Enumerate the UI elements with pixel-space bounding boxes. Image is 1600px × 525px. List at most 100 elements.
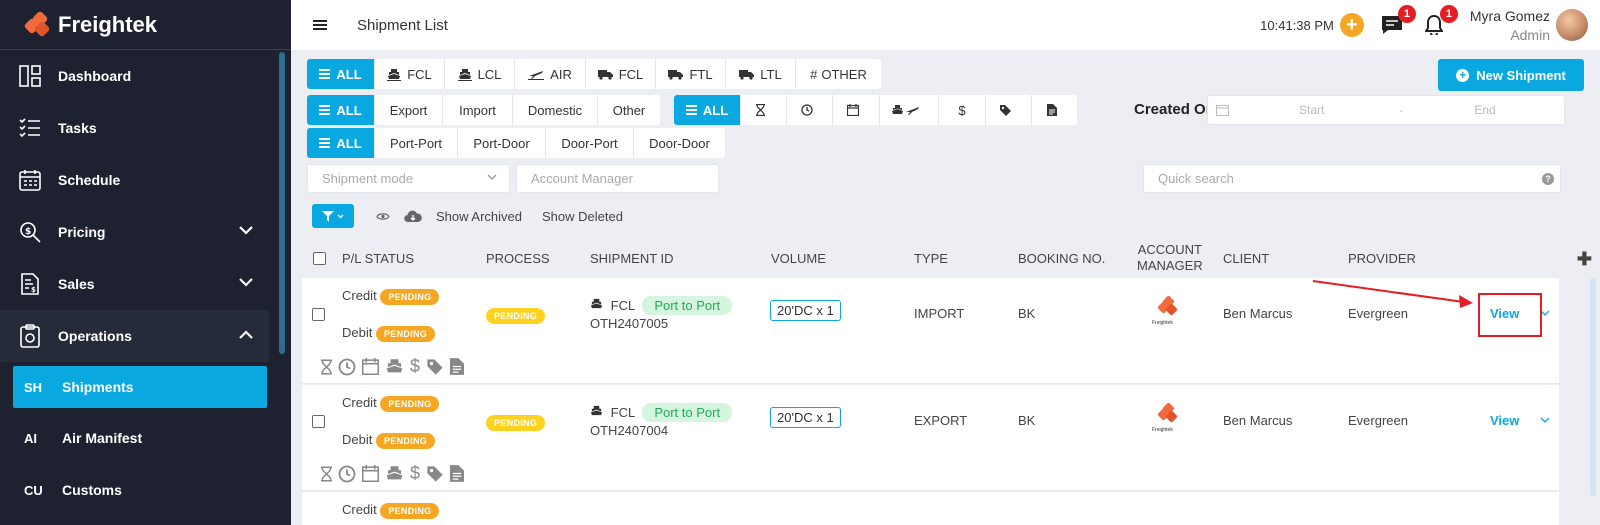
column-process[interactable]: PROCESS xyxy=(486,238,550,278)
direction-other-button[interactable]: Other xyxy=(598,95,660,125)
sidebar-subitem-shipments[interactable]: SH Shipments xyxy=(13,366,267,408)
show-deleted-link[interactable]: Show Deleted xyxy=(542,209,623,224)
mode-other-button[interactable]: # OTHER xyxy=(796,59,881,89)
tag-icon[interactable] xyxy=(426,358,444,376)
shipment-id[interactable]: OTH2407005 xyxy=(590,316,668,331)
notifications-button[interactable]: 1 xyxy=(1422,5,1458,37)
route-door-port-button[interactable]: Door-Port xyxy=(546,128,634,158)
mode-rail-fcl-button[interactable]: FCL xyxy=(586,59,656,89)
status-tag-button[interactable] xyxy=(986,95,1032,125)
status-transit-button[interactable] xyxy=(880,95,939,125)
mode-air-button[interactable]: AIR xyxy=(515,59,586,89)
user-menu[interactable]: Myra Gomez Admin xyxy=(1470,8,1550,43)
column-type[interactable]: TYPE xyxy=(914,238,948,278)
calendar-icon[interactable] xyxy=(362,358,379,375)
menu-icon[interactable] xyxy=(313,18,327,32)
sidebar-subitem-abbr: AI xyxy=(24,430,37,446)
end-date-placeholder[interactable]: End xyxy=(1474,103,1495,117)
chevron-down-icon[interactable] xyxy=(1540,411,1550,426)
direction-domestic-button[interactable]: Domestic xyxy=(513,95,598,125)
select-all-checkbox[interactable] xyxy=(313,238,326,278)
dollar-icon[interactable]: $ xyxy=(410,463,420,484)
sidebar-item-label: Pricing xyxy=(58,224,106,240)
clock-icon[interactable] xyxy=(338,465,356,483)
column-volume[interactable]: VOLUME xyxy=(771,238,826,278)
route-all-button[interactable]: ALL xyxy=(307,128,375,158)
status-dollar-button[interactable]: $ xyxy=(939,95,986,125)
topbar: Shipment List 10:41:38 PM + 1 1 Myra Gom… xyxy=(291,0,1600,50)
chevron-up-icon[interactable] xyxy=(239,326,253,342)
status-calendar-button[interactable] xyxy=(833,95,880,125)
hourglass-icon[interactable] xyxy=(321,466,332,482)
mode-all-button[interactable]: ALL xyxy=(307,59,375,89)
sidebar-subitem-customs[interactable]: CU Customs xyxy=(0,464,291,516)
hourglass-icon[interactable] xyxy=(321,359,332,375)
route-port-port-button[interactable]: Port-Port xyxy=(375,128,458,158)
messages-button[interactable]: 1 xyxy=(1380,5,1416,37)
sidebar-item-dashboard[interactable]: Dashboard xyxy=(0,50,291,102)
sidebar-item-schedule[interactable]: Schedule xyxy=(0,154,291,206)
avatar[interactable] xyxy=(1556,9,1588,41)
row-checkbox[interactable] xyxy=(312,308,325,324)
cloud-download-icon[interactable] xyxy=(404,210,422,223)
clock-icon[interactable] xyxy=(338,358,356,376)
dollar-icon[interactable]: $ xyxy=(410,356,420,377)
add-column-plus-icon[interactable]: ✚ xyxy=(1577,249,1592,270)
tag-icon[interactable] xyxy=(426,465,444,483)
new-shipment-button[interactable]: + New Shipment xyxy=(1438,59,1584,91)
created-on-date-range[interactable]: Start - End xyxy=(1207,95,1565,125)
eye-icon[interactable] xyxy=(376,212,390,221)
ship-icon[interactable] xyxy=(385,358,404,375)
mode-ftl-button[interactable]: FTL xyxy=(656,59,726,89)
column-pl-status[interactable]: P/L STATUS xyxy=(342,238,414,278)
direction-export-button[interactable]: Export xyxy=(375,95,443,125)
mode-ltl-button[interactable]: LTL xyxy=(726,59,796,89)
status-document-button[interactable] xyxy=(1032,95,1077,125)
main-content: ALL FCL LCL AIR FCL FTL LTL # OTHER + Ne… xyxy=(291,50,1600,525)
view-button[interactable]: View xyxy=(1490,413,1519,428)
sidebar-item-sales[interactable]: $ Sales xyxy=(0,258,291,310)
sidebar-scrollbar[interactable] xyxy=(279,52,285,354)
document-icon[interactable] xyxy=(450,358,465,375)
column-client[interactable]: CLIENT xyxy=(1223,238,1269,278)
row-checkbox[interactable] xyxy=(312,415,325,431)
status-badge: PENDING xyxy=(380,503,440,519)
mode-ocean-fcl-button[interactable]: FCL xyxy=(375,59,445,89)
status-pending-button[interactable] xyxy=(741,95,787,125)
account-manager-input[interactable]: Account Manager xyxy=(516,164,719,193)
direction-import-button[interactable]: Import xyxy=(443,95,513,125)
sidebar-item-operations[interactable]: Operations xyxy=(0,310,269,362)
filter-dropdown-button[interactable] xyxy=(312,204,354,228)
chevron-down-icon[interactable] xyxy=(239,222,253,238)
ship-icon[interactable] xyxy=(385,465,404,482)
column-account-manager[interactable]: ACCOUNT MANAGER xyxy=(1137,238,1203,278)
quick-add-plus-icon[interactable]: + xyxy=(1339,13,1364,37)
sidebar-item-label: Tasks xyxy=(58,120,97,136)
direction-all-button[interactable]: ALL xyxy=(307,95,375,125)
sidebar-item-tasks[interactable]: Tasks xyxy=(0,102,291,154)
calendar-icon[interactable] xyxy=(362,465,379,482)
quick-search-input[interactable]: Quick search ? xyxy=(1143,164,1561,193)
route-port-door-button[interactable]: Port-Door xyxy=(458,128,546,158)
sidebar-subitem-air-manifest[interactable]: AI Air Manifest xyxy=(0,412,291,464)
column-booking-no[interactable]: BOOKING NO. xyxy=(1018,238,1105,278)
help-icon[interactable]: ? xyxy=(1542,173,1554,185)
start-date-placeholder[interactable]: Start xyxy=(1299,103,1324,117)
mode-ocean-lcl-button[interactable]: LCL xyxy=(445,59,515,89)
show-archived-link[interactable]: Show Archived xyxy=(436,209,522,224)
table-row[interactable]: Credit PENDING Debit PENDING PENDING FCL… xyxy=(302,385,1559,491)
row-status-icons: $ xyxy=(321,356,470,377)
column-provider[interactable]: PROVIDER xyxy=(1348,238,1416,278)
sidebar-item-pricing[interactable]: $ Pricing xyxy=(0,206,291,258)
shipment-mode-select[interactable]: Shipment mode xyxy=(307,164,510,193)
table-row[interactable]: Credit PENDING xyxy=(302,492,1559,525)
table-scrollbar[interactable] xyxy=(1590,278,1596,496)
document-icon[interactable] xyxy=(450,465,465,482)
app-logo[interactable]: Freightek xyxy=(0,0,291,50)
column-shipment-id[interactable]: SHIPMENT ID xyxy=(590,238,674,278)
route-door-door-button[interactable]: Door-Door xyxy=(634,128,725,158)
shipment-id[interactable]: OTH2407004 xyxy=(590,423,668,438)
status-clock-button[interactable] xyxy=(787,95,833,125)
chevron-down-icon[interactable] xyxy=(239,274,253,290)
status-all-button[interactable]: ALL xyxy=(674,95,741,125)
